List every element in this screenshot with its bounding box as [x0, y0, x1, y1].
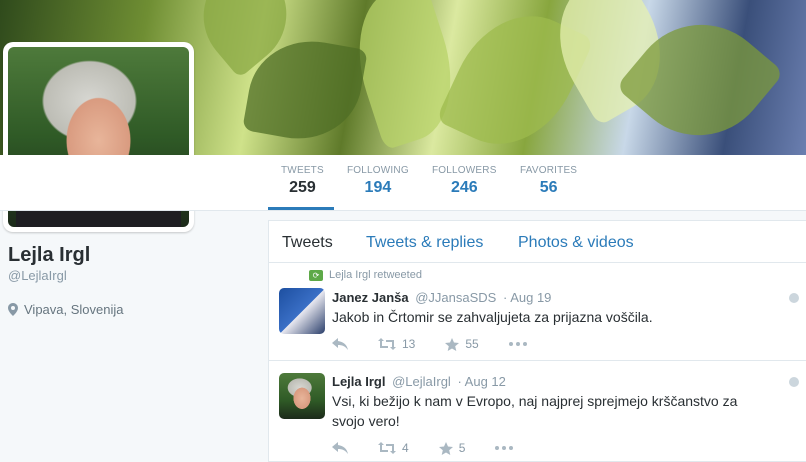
- timeline-tabs: Tweets Tweets & replies Photos & videos: [269, 221, 806, 263]
- reply-icon: [332, 442, 348, 454]
- tab-photos-videos[interactable]: Photos & videos: [518, 234, 634, 252]
- tab-tweets-replies[interactable]: Tweets & replies: [366, 234, 483, 252]
- stat-favorites-value: 56: [539, 179, 558, 196]
- profile-location-text: Vipava, Slovenija: [24, 302, 124, 317]
- tweet-actions: 4 5: [332, 441, 543, 455]
- tweet-item[interactable]: Lejla Irgl @LejlaIrgl · Aug 12 Vsi, ki b…: [269, 361, 806, 462]
- more-button[interactable]: [495, 446, 514, 450]
- caret-icon[interactable]: [789, 377, 799, 387]
- favorite-button[interactable]: 55: [445, 337, 479, 351]
- stat-favorites-label: FAVORITES: [520, 165, 578, 176]
- favorite-count: 5: [458, 441, 466, 455]
- tweet-author-name[interactable]: Lejla Irgl: [332, 374, 385, 389]
- map-pin-icon: [8, 303, 18, 316]
- timeline: Tweets Tweets & replies Photos & videos …: [268, 220, 806, 462]
- tweet-text: Vsi, ki bežijo k nam v Evropo, naj najpr…: [332, 393, 738, 429]
- retweet-count: 13: [402, 337, 416, 351]
- stat-tweets-value: 259: [289, 179, 316, 196]
- stat-followers-label: FOLLOWERS: [432, 165, 497, 176]
- retweet-button[interactable]: 4: [378, 441, 409, 455]
- retweet-context: ⟳ Lejla Irgl retweeted: [309, 269, 422, 281]
- retweet-button[interactable]: 13: [378, 337, 415, 351]
- stat-followers[interactable]: FOLLOWERS 246: [432, 165, 497, 197]
- reply-button[interactable]: [332, 338, 348, 350]
- tweet-author-handle[interactable]: @LejlaIrgl: [392, 374, 451, 389]
- stat-following[interactable]: FOLLOWING 194: [347, 165, 409, 197]
- stat-followers-value: 246: [450, 179, 478, 196]
- caret-icon[interactable]: [789, 293, 799, 303]
- tweet-author-name[interactable]: Janez Janša: [332, 290, 409, 305]
- tweet-author-avatar[interactable]: [279, 373, 325, 419]
- retweet-badge-icon: ⟳: [309, 269, 323, 281]
- profile-handle[interactable]: @LejlaIrgl: [8, 268, 67, 283]
- more-button[interactable]: [508, 342, 527, 346]
- retweet-context-text[interactable]: Lejla Irgl retweeted: [329, 269, 422, 281]
- stat-following-value: 194: [364, 179, 392, 196]
- tweet-author-handle[interactable]: @JJansaSDS: [415, 290, 496, 305]
- favorite-count: 55: [465, 337, 479, 351]
- star-icon: [438, 441, 453, 455]
- retweet-count: 4: [402, 441, 409, 455]
- stat-favorites[interactable]: FAVORITES 56: [520, 165, 577, 197]
- tweet-text: Jakob in Črtomir se zahvaljujeta za prij…: [332, 309, 653, 325]
- tweet-item[interactable]: ⟳ Lejla Irgl retweeted Janez Janša @JJan…: [269, 263, 806, 361]
- tweet-header: Lejla Irgl @LejlaIrgl · Aug 12: [332, 374, 506, 389]
- tweet-date[interactable]: · Aug 19: [503, 290, 551, 305]
- tweet-actions: 13 55: [332, 337, 557, 351]
- retweet-icon: [378, 338, 396, 350]
- reply-icon: [332, 338, 348, 350]
- favorite-button[interactable]: 5: [438, 441, 466, 455]
- tweet-date[interactable]: · Aug 12: [457, 374, 505, 389]
- reply-button[interactable]: [332, 442, 348, 454]
- stat-tweets-label: TWEETS: [281, 165, 324, 176]
- active-stat-underline: [268, 207, 334, 210]
- profile-name: Lejla Irgl: [8, 244, 91, 266]
- more-dots-icon: [495, 446, 514, 450]
- retweet-icon: [378, 442, 396, 454]
- tab-tweets[interactable]: Tweets: [282, 234, 333, 252]
- star-icon: [445, 337, 460, 351]
- tweet-author-avatar[interactable]: [279, 288, 325, 334]
- stat-following-label: FOLLOWING: [347, 165, 409, 176]
- profile-stats-bar: TWEETS 259 FOLLOWING 194 FOLLOWERS 246 F…: [0, 155, 806, 211]
- profile-location: Vipava, Slovenija: [8, 302, 124, 317]
- tweet-header: Janez Janša @JJansaSDS · Aug 19: [332, 290, 551, 305]
- more-dots-icon: [508, 342, 527, 346]
- stat-tweets[interactable]: TWEETS 259: [281, 165, 324, 197]
